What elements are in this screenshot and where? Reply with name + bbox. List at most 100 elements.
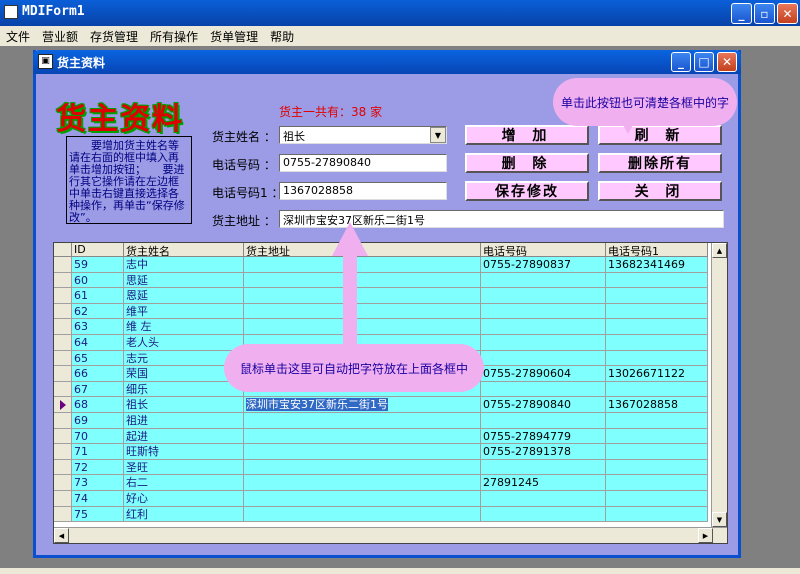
cell-phone[interactable] bbox=[481, 303, 606, 319]
row-selector[interactable] bbox=[54, 288, 72, 303]
cell-phone1[interactable] bbox=[606, 506, 708, 522]
row-selector[interactable] bbox=[54, 350, 72, 366]
cell-owner-name[interactable]: 好心 bbox=[124, 490, 244, 506]
cell-id[interactable]: 66 bbox=[72, 366, 124, 381]
cell-phone1[interactable] bbox=[606, 412, 708, 428]
cell-address[interactable] bbox=[244, 475, 481, 490]
cell-owner-name[interactable]: 恩延 bbox=[124, 288, 244, 303]
table-row[interactable]: 70 起进 0755-27894779 bbox=[54, 428, 708, 445]
cell-phone1[interactable] bbox=[606, 334, 708, 350]
row-selector[interactable] bbox=[54, 366, 72, 381]
cell-phone[interactable]: 0755-27890837 bbox=[481, 257, 606, 272]
refresh-button[interactable]: 刷 新 bbox=[598, 125, 722, 145]
menu-orders[interactable]: 货单管理 bbox=[204, 28, 264, 45]
cell-id[interactable]: 70 bbox=[72, 428, 124, 444]
table-row[interactable]: 59 志中 0755-27890837 13682341469 bbox=[54, 257, 708, 273]
cell-id[interactable]: 59 bbox=[72, 257, 124, 272]
cell-phone[interactable] bbox=[481, 459, 606, 475]
cell-phone1[interactable] bbox=[606, 490, 708, 506]
table-row[interactable]: 68 祖长 深圳市宝安37区新乐二街1号 0755-27890840 136702885… bbox=[54, 397, 708, 413]
cell-owner-name[interactable]: 志中 bbox=[124, 257, 244, 272]
cell-phone[interactable] bbox=[481, 288, 606, 303]
cell-owner-name[interactable]: 维平 bbox=[124, 303, 244, 319]
table-row[interactable]: 73 右二 27891245 bbox=[54, 475, 708, 491]
cell-owner-name[interactable]: 细乐 bbox=[124, 381, 244, 397]
phone-input[interactable]: 0755-27890840 bbox=[279, 154, 447, 172]
phone1-input[interactable]: 1367028858 bbox=[279, 182, 447, 200]
child-maximize-button[interactable]: □ bbox=[694, 52, 714, 72]
header-phone[interactable]: 电话号码 bbox=[481, 243, 606, 256]
horizontal-scrollbar[interactable]: ◀ ▶ bbox=[54, 527, 727, 543]
scroll-down-icon[interactable]: ▼ bbox=[712, 512, 727, 527]
close-button[interactable]: ✕ bbox=[777, 3, 798, 24]
cell-phone1[interactable] bbox=[606, 381, 708, 397]
cell-owner-name[interactable]: 旺斯特 bbox=[124, 444, 244, 459]
row-selector[interactable] bbox=[54, 319, 72, 334]
row-selector[interactable] bbox=[54, 397, 72, 412]
row-selector[interactable] bbox=[54, 334, 72, 350]
cell-phone[interactable]: 0755-27890604 bbox=[481, 366, 606, 381]
table-row[interactable]: 63 维 左 bbox=[54, 319, 708, 335]
cell-id[interactable]: 75 bbox=[72, 506, 124, 522]
cell-address[interactable] bbox=[244, 303, 481, 319]
cell-id[interactable]: 67 bbox=[72, 381, 124, 397]
cell-id[interactable]: 61 bbox=[72, 288, 124, 303]
table-row[interactable]: 69 祖进 bbox=[54, 412, 708, 429]
scroll-left-icon[interactable]: ◀ bbox=[54, 528, 69, 543]
cell-phone[interactable] bbox=[481, 334, 606, 350]
cell-address[interactable] bbox=[244, 428, 481, 444]
cell-address[interactable] bbox=[244, 412, 481, 428]
child-close-button[interactable]: ✕ bbox=[717, 52, 737, 72]
cell-address[interactable] bbox=[244, 257, 481, 272]
cell-phone1[interactable] bbox=[606, 459, 708, 475]
close-form-button[interactable]: 关 闭 bbox=[598, 181, 722, 201]
cell-phone[interactable]: 0755-27894779 bbox=[481, 428, 606, 444]
cell-phone[interactable]: 0755-27891378 bbox=[481, 444, 606, 459]
cell-phone[interactable] bbox=[481, 381, 606, 397]
row-selector[interactable] bbox=[54, 412, 72, 428]
cell-owner-name[interactable]: 志元 bbox=[124, 350, 244, 366]
cell-id[interactable]: 72 bbox=[72, 459, 124, 475]
add-button[interactable]: 增 加 bbox=[465, 125, 589, 145]
cell-phone[interactable] bbox=[481, 272, 606, 288]
row-selector[interactable] bbox=[54, 475, 72, 490]
row-selector[interactable] bbox=[54, 459, 72, 475]
cell-owner-name[interactable]: 右二 bbox=[124, 475, 244, 490]
row-selector[interactable] bbox=[54, 303, 72, 319]
header-phone1[interactable]: 电话号码1 bbox=[606, 243, 708, 256]
cell-address[interactable] bbox=[244, 288, 481, 303]
header-owner-name[interactable]: 货主姓名 bbox=[124, 243, 244, 256]
cell-id[interactable]: 64 bbox=[72, 334, 124, 350]
cell-id[interactable]: 65 bbox=[72, 350, 124, 366]
row-selector[interactable] bbox=[54, 381, 72, 397]
cell-address[interactable]: 深圳市宝安37区新乐二街1号 bbox=[244, 397, 481, 412]
delete-button[interactable]: 删 除 bbox=[465, 153, 589, 173]
cell-owner-name[interactable]: 祖进 bbox=[124, 412, 244, 428]
menu-inventory[interactable]: 存货管理 bbox=[84, 28, 144, 45]
cell-address[interactable] bbox=[244, 459, 481, 475]
cell-address[interactable] bbox=[244, 272, 481, 288]
cell-owner-name[interactable]: 荣国 bbox=[124, 366, 244, 381]
child-minimize-button[interactable]: _ bbox=[671, 52, 691, 72]
cell-phone[interactable] bbox=[481, 490, 606, 506]
cell-id[interactable]: 68 bbox=[72, 397, 124, 412]
cell-owner-name[interactable]: 老人头 bbox=[124, 334, 244, 350]
cell-id[interactable]: 69 bbox=[72, 412, 124, 428]
cell-id[interactable]: 62 bbox=[72, 303, 124, 319]
cell-owner-name[interactable]: 红利 bbox=[124, 506, 244, 522]
save-changes-button[interactable]: 保存修改 bbox=[465, 181, 589, 201]
cell-phone1[interactable] bbox=[606, 319, 708, 334]
row-selector[interactable] bbox=[54, 506, 72, 522]
row-selector[interactable] bbox=[54, 490, 72, 506]
cell-address[interactable] bbox=[244, 319, 481, 334]
cell-address[interactable] bbox=[244, 444, 481, 459]
cell-phone1[interactable] bbox=[606, 428, 708, 444]
cell-phone1[interactable] bbox=[606, 475, 708, 490]
cell-phone1[interactable] bbox=[606, 288, 708, 303]
menu-help[interactable]: 帮助 bbox=[264, 28, 300, 45]
table-row[interactable]: 75 红利 bbox=[54, 506, 708, 523]
cell-phone[interactable] bbox=[481, 319, 606, 334]
vertical-scrollbar[interactable]: ▲ ▼ bbox=[711, 243, 727, 527]
cell-id[interactable]: 60 bbox=[72, 272, 124, 288]
cell-owner-name[interactable]: 思延 bbox=[124, 272, 244, 288]
